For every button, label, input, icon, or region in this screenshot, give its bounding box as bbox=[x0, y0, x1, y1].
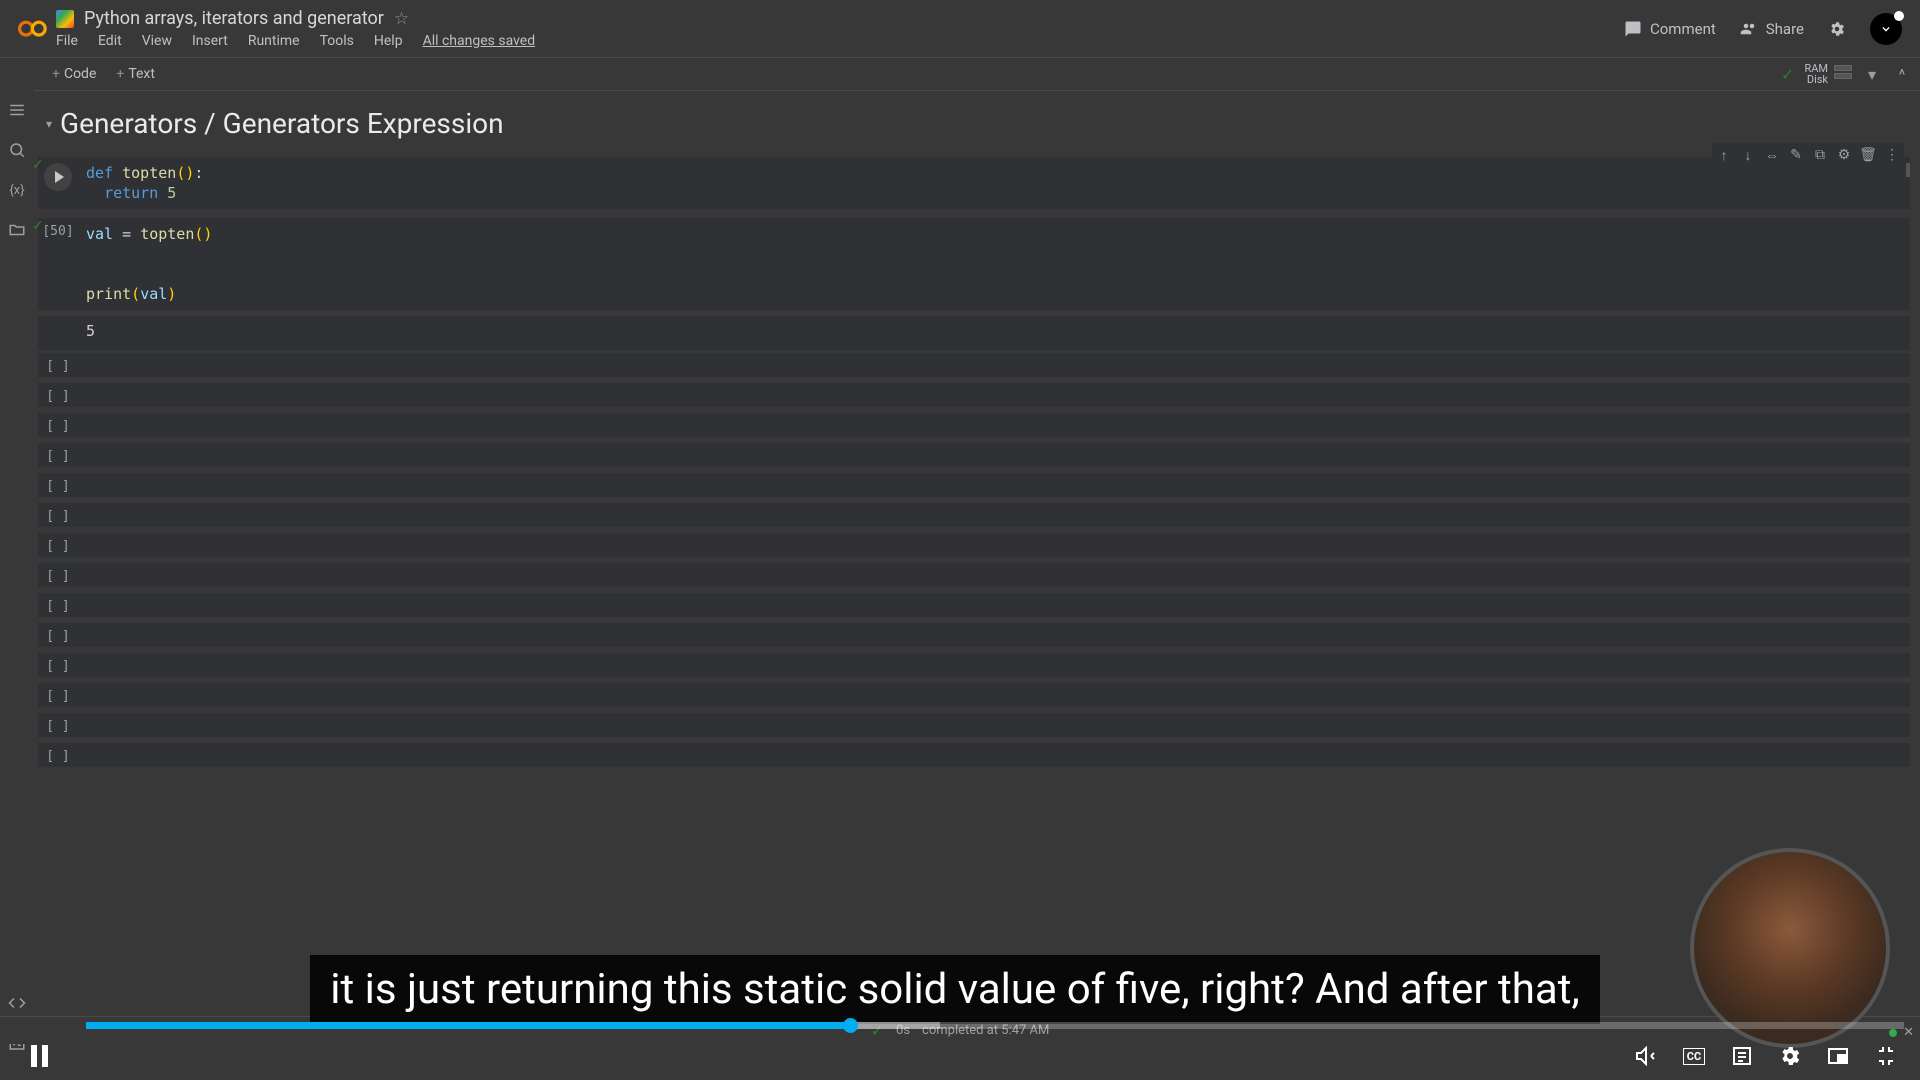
colab-logo-icon bbox=[18, 19, 50, 38]
code-cell-empty[interactable]: [ ] bbox=[38, 623, 1910, 647]
settings-button[interactable] bbox=[1828, 20, 1846, 38]
played-bar bbox=[86, 1022, 850, 1029]
code-cell-empty[interactable]: [ ] bbox=[38, 563, 1910, 587]
code-cell-empty[interactable]: [ ] bbox=[38, 383, 1910, 407]
colab-logo bbox=[18, 18, 50, 40]
left-sidebar: {x} bbox=[0, 91, 34, 1052]
edit-icon[interactable]: ✎ bbox=[1786, 145, 1806, 165]
resource-dropdown[interactable]: ▾ bbox=[1862, 64, 1882, 84]
add-code-button[interactable]: +Code bbox=[42, 62, 106, 86]
pause-button[interactable] bbox=[22, 1039, 56, 1073]
fullscreen-exit-icon[interactable] bbox=[1874, 1044, 1898, 1068]
more-icon[interactable]: ⋮ bbox=[1882, 145, 1902, 165]
exec-count: [50] bbox=[42, 224, 73, 239]
code-cell-empty[interactable]: [ ] bbox=[38, 683, 1910, 707]
move-down-icon[interactable]: ↓ bbox=[1738, 145, 1758, 165]
resource-indicator[interactable]: RAM Disk bbox=[1804, 63, 1852, 85]
scrub-handle[interactable] bbox=[843, 1018, 858, 1033]
progress-track[interactable] bbox=[86, 1022, 1904, 1029]
code-cell-empty[interactable]: [ ] bbox=[38, 653, 1910, 677]
menu-edit[interactable]: Edit bbox=[98, 33, 122, 49]
scroll-indicator bbox=[1906, 163, 1910, 177]
run-button[interactable] bbox=[44, 163, 72, 191]
header: Python arrays, iterators and generator ☆… bbox=[0, 0, 1920, 58]
code-cell-empty[interactable]: [ ] bbox=[38, 593, 1910, 617]
code-cell-empty[interactable]: [ ] bbox=[38, 473, 1910, 497]
delete-icon[interactable]: 🗑 bbox=[1858, 145, 1878, 165]
move-up-icon[interactable]: ↑ bbox=[1714, 145, 1734, 165]
pip-icon[interactable] bbox=[1826, 1044, 1850, 1068]
toc-icon[interactable] bbox=[8, 101, 26, 119]
doc-title[interactable]: Python arrays, iterators and generator bbox=[84, 8, 384, 29]
menu-runtime[interactable]: Runtime bbox=[248, 33, 300, 49]
share-icon bbox=[1740, 20, 1758, 38]
volume-muted-icon[interactable] bbox=[1634, 1044, 1658, 1068]
code-cell-empty[interactable]: [ ] bbox=[38, 413, 1910, 437]
user-avatar[interactable] bbox=[1870, 13, 1902, 45]
cell-output: 5 bbox=[38, 316, 1910, 350]
comment-button[interactable]: Comment bbox=[1624, 20, 1716, 38]
video-player-bar: CC bbox=[0, 1022, 1920, 1080]
code-cell-1[interactable]: ✓ ↑ ↓ ⇔ ✎ ⧉ ⚙ 🗑 ⋮ def topten(): return 5 bbox=[38, 157, 1910, 209]
share-button[interactable]: Share bbox=[1740, 20, 1804, 38]
code-cell-empty[interactable]: [ ] bbox=[38, 713, 1910, 737]
section-header: ▾ Generators / Generators Expression bbox=[38, 91, 1910, 154]
code-editor[interactable]: def topten(): return 5 bbox=[78, 157, 1910, 209]
drive-icon bbox=[56, 10, 74, 28]
menu-bar: File Edit View Insert Runtime Tools Help… bbox=[56, 33, 1624, 49]
menu-help[interactable]: Help bbox=[374, 33, 403, 49]
connected-check-icon: ✓ bbox=[1781, 65, 1794, 84]
collapse-up-button[interactable]: ^ bbox=[1892, 64, 1912, 84]
cell-action-toolbar: ↑ ↓ ⇔ ✎ ⧉ ⚙ 🗑 ⋮ bbox=[1712, 143, 1904, 167]
code-editor[interactable]: val = topten() print(val) bbox=[78, 218, 1910, 310]
transcript-icon[interactable] bbox=[1730, 1044, 1754, 1068]
search-icon[interactable] bbox=[8, 141, 26, 159]
cell-toolbar: +Code +Text ✓ RAM Disk ▾ ^ bbox=[34, 58, 1920, 91]
variables-icon[interactable]: {x} bbox=[8, 181, 26, 199]
settings-icon[interactable]: ⚙ bbox=[1834, 145, 1854, 165]
section-title: Generators / Generators Expression bbox=[60, 107, 504, 140]
notebook-main[interactable]: ▾ Generators / Generators Expression ✓ ↑… bbox=[34, 91, 1920, 1052]
save-status[interactable]: All changes saved bbox=[423, 33, 536, 49]
code-cell-empty[interactable]: [ ] bbox=[38, 533, 1910, 557]
add-text-button[interactable]: +Text bbox=[106, 62, 165, 86]
code-cell-empty[interactable]: [ ] bbox=[38, 443, 1910, 467]
code-snippets-icon[interactable] bbox=[8, 994, 26, 1012]
code-cell-empty[interactable]: [ ] bbox=[38, 743, 1910, 767]
collapse-icon[interactable]: ▾ bbox=[46, 117, 52, 131]
mirror-icon[interactable]: ⧉ bbox=[1810, 145, 1830, 165]
link-icon[interactable]: ⇔ bbox=[1762, 145, 1782, 165]
comment-icon bbox=[1624, 20, 1642, 38]
code-cell-2[interactable]: ✓ [50] val = topten() print(val) bbox=[38, 218, 1910, 310]
code-cell-empty[interactable]: [ ] bbox=[38, 503, 1910, 527]
menu-view[interactable]: View bbox=[142, 33, 172, 49]
download-arrow-icon bbox=[1878, 21, 1894, 37]
files-icon[interactable] bbox=[8, 221, 26, 239]
star-icon[interactable]: ☆ bbox=[394, 9, 409, 29]
menu-insert[interactable]: Insert bbox=[192, 33, 228, 49]
menu-tools[interactable]: Tools bbox=[320, 33, 354, 49]
workspace: {x} ▾ Generators / Generators Expression… bbox=[0, 91, 1920, 1052]
gear-icon bbox=[1828, 20, 1846, 38]
quality-gear-icon[interactable] bbox=[1778, 1044, 1802, 1068]
code-cell-empty[interactable]: [ ] bbox=[38, 353, 1910, 377]
menu-file[interactable]: File bbox=[56, 33, 78, 49]
presenter-webcam bbox=[1690, 848, 1890, 1048]
ram-disk-bars bbox=[1834, 65, 1852, 83]
cc-button[interactable]: CC bbox=[1682, 1044, 1706, 1068]
